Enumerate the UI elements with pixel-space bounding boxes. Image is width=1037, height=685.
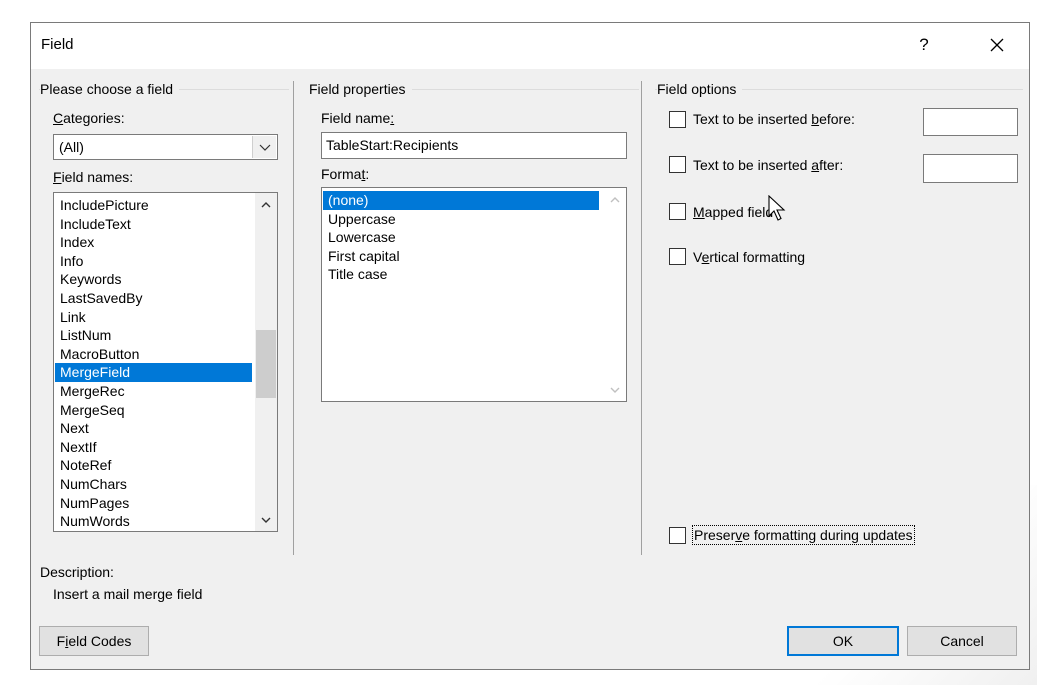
format-scroll-up[interactable] [604,188,626,210]
field-name-label: Field name: [321,110,395,126]
ok-button[interactable]: OK [787,626,899,656]
list-item[interactable]: Link [55,308,252,327]
scroll-down-button[interactable] [255,509,277,531]
description-text: Insert a mail merge field [53,586,203,602]
mouse-cursor-icon [768,195,786,221]
close-icon [990,38,1004,52]
categories-dropdown-button[interactable] [252,136,276,158]
mapped-field-checkbox[interactable] [669,203,686,220]
dialog-title: Field [41,36,74,53]
list-item[interactable]: Title case [323,265,599,284]
list-item[interactable]: IncludeText [55,215,252,234]
field-names-scrollbar[interactable] [255,193,277,531]
list-item[interactable]: NextIf [55,438,252,457]
text-before-label: Text to be inserted before: [693,111,855,127]
field-names-label: Field names: [53,169,134,185]
list-item[interactable]: Lowercase [323,228,599,247]
text-after-label: Text to be inserted after: [693,157,844,173]
close-button[interactable] [975,29,1019,61]
preserve-formatting-checkbox[interactable] [669,527,686,544]
text-before-checkbox[interactable] [669,111,686,128]
description-label: Description: [40,564,114,580]
mapped-field-label: Mapped field [693,204,774,220]
choose-group-label: Please choose a field [40,81,180,97]
list-item[interactable]: NumPages [55,494,252,513]
list-item[interactable]: MacroButton [55,345,252,364]
format-list[interactable]: (none) Uppercase Lowercase First capital Tit… [321,187,627,402]
vertical-formatting-label: Vertical formatting [693,249,806,265]
separator [641,81,642,555]
list-item[interactable]: Index [55,233,252,252]
list-item[interactable]: Info [55,252,252,271]
format-scrollbar[interactable] [604,188,626,401]
help-button[interactable]: ? [911,29,937,61]
list-item[interactable]: (none) [323,191,599,210]
categories-dropdown[interactable]: (All) [53,134,278,160]
cancel-button[interactable]: Cancel [907,626,1017,656]
chevron-up-icon [261,202,271,208]
field-names-items: IncludePicture IncludeText Index Info Keywor… [55,196,252,531]
chevron-up-icon [610,197,620,203]
chevron-down-icon [259,144,271,151]
options-group-label: Field options [657,81,743,97]
list-item[interactable]: MergeField [55,363,252,382]
separator [293,81,294,555]
text-before-input[interactable] [923,108,1018,136]
field-dialog: Field ? Please choose a field Categories… [30,22,1030,670]
categories-label: Categories: [53,110,125,126]
field-codes-button[interactable]: Field Codes [39,626,149,656]
field-name-input[interactable]: TableStart:Recipients [321,132,627,159]
vertical-formatting-checkbox[interactable] [669,248,686,265]
list-item[interactable]: NumChars [55,475,252,494]
list-item[interactable]: First capital [323,247,599,266]
list-item[interactable]: IncludePicture [55,196,252,215]
preserve-formatting-label: Preserve formatting during updates [692,525,915,545]
list-item[interactable]: ListNum [55,326,252,345]
list-item[interactable]: NumWords [55,512,252,531]
list-item[interactable]: NoteRef [55,456,252,475]
chevron-down-icon [610,387,620,393]
title-bar: Field ? [31,23,1029,69]
scrollbar-thumb[interactable] [256,330,276,398]
format-items: (none) Uppercase Lowercase First capital Tit… [323,191,599,284]
list-item[interactable]: Next [55,419,252,438]
categories-value: (All) [59,139,84,155]
field-name-value: TableStart:Recipients [326,137,459,153]
text-after-input[interactable] [923,154,1018,183]
scroll-up-button[interactable] [255,193,277,215]
text-after-checkbox[interactable] [669,156,686,173]
properties-group-label: Field properties [309,81,412,97]
chevron-down-icon [261,517,271,523]
format-scroll-down[interactable] [604,379,626,401]
list-item[interactable]: MergeSeq [55,401,252,420]
list-item[interactable]: LastSavedBy [55,289,252,308]
list-item[interactable]: Keywords [55,270,252,289]
list-item[interactable]: MergeRec [55,382,252,401]
field-names-list[interactable]: IncludePicture IncludeText Index Info Keywor… [53,192,278,532]
list-item[interactable]: Uppercase [323,210,599,229]
format-label: Format: [321,166,370,182]
